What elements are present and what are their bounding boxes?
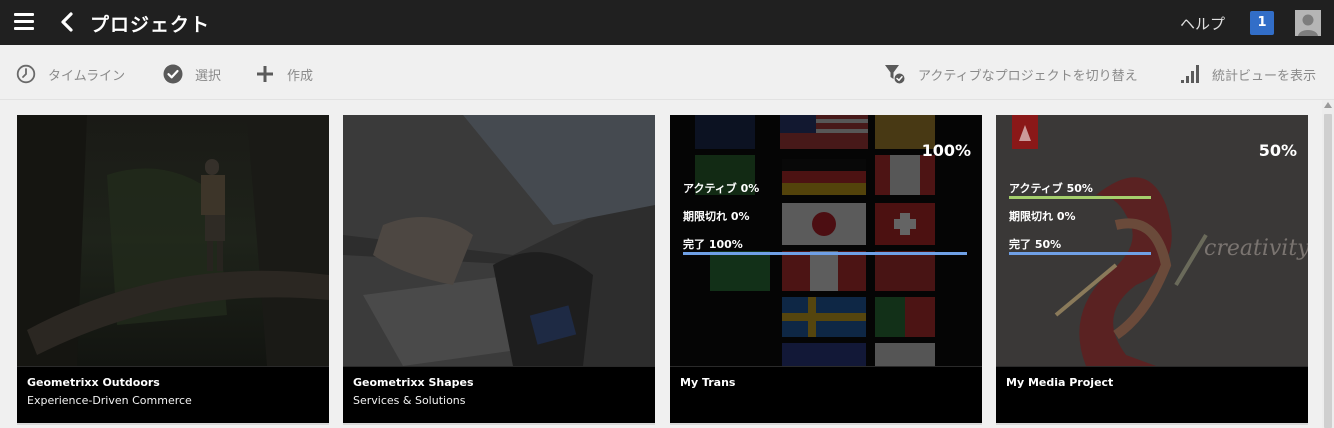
- project-card[interactable]: Geometrixx Outdoors Experience-Driven Co…: [17, 115, 329, 425]
- create-button[interactable]: 作成: [255, 63, 313, 85]
- user-icon: [1295, 10, 1321, 36]
- project-thumbnail: creativity 50% アクティブ 50% 期限切れ 0% 完了 50%: [996, 115, 1308, 366]
- overall-progress-percent: 100%: [921, 141, 971, 160]
- action-toolbar: タイムライン 選択 作成 アクティブなプロジェクトを切り替え 統計ビューを表示: [0, 45, 1334, 100]
- project-card[interactable]: 100% アクティブ 0% 期限切れ 0% 完了 100% My Trans: [670, 115, 982, 425]
- help-link[interactable]: ヘルプ: [1180, 13, 1225, 34]
- back-chevron-icon[interactable]: [56, 10, 78, 34]
- overdue-stat: 期限切れ 0%: [683, 210, 750, 223]
- stats-view-label: 統計ビューを表示: [1212, 68, 1317, 84]
- timeline-button[interactable]: タイムライン: [16, 63, 125, 85]
- top-bar: プロジェクト ヘルプ 1: [0, 0, 1334, 45]
- card-info: Geometrixx Shapes Services & Solutions: [343, 366, 655, 425]
- card-info: My Trans: [670, 366, 982, 425]
- toggle-active-label: アクティブなプロジェクトを切り替え: [918, 68, 1138, 84]
- show-stats-view-button[interactable]: 統計ビューを表示: [1180, 63, 1316, 85]
- card-subtitle: Services & Solutions: [353, 394, 466, 407]
- complete-stat: 完了 100%: [683, 238, 743, 251]
- select-button[interactable]: 選択: [163, 63, 221, 85]
- vertical-scrollbar[interactable]: [1322, 100, 1334, 428]
- complete-progress-bar: [683, 252, 967, 255]
- bar-chart-icon: [1181, 65, 1199, 83]
- filter-check-icon: [885, 65, 905, 84]
- scroll-thumb[interactable]: [1324, 114, 1332, 428]
- scroll-up-icon[interactable]: [1324, 102, 1332, 108]
- project-thumbnail: 100% アクティブ 0% 期限切れ 0% 完了 100%: [670, 115, 982, 366]
- page-title: プロジェクト: [90, 14, 211, 36]
- card-info: Geometrixx Outdoors Experience-Driven Co…: [17, 366, 329, 425]
- project-thumbnail: [343, 115, 655, 366]
- card-title: Geometrixx Outdoors: [27, 376, 160, 389]
- card-subtitle: Experience-Driven Commerce: [27, 394, 192, 407]
- user-avatar[interactable]: [1295, 10, 1321, 36]
- project-card[interactable]: Geometrixx Shapes Services & Solutions: [343, 115, 655, 425]
- complete-stat: 完了 50%: [1009, 238, 1062, 251]
- active-progress-bar: [1009, 196, 1151, 199]
- card-info: My Media Project: [996, 366, 1308, 425]
- timeline-label: タイムライン: [48, 68, 126, 84]
- overdue-stat: 期限切れ 0%: [1009, 210, 1076, 223]
- clock-icon: [16, 64, 36, 84]
- toggle-active-projects-button[interactable]: アクティブなプロジェクトを切り替え: [884, 63, 1138, 85]
- plus-icon: [257, 66, 273, 82]
- notification-badge[interactable]: 1: [1250, 11, 1274, 35]
- project-grid: Geometrixx Outdoors Experience-Driven Co…: [0, 100, 1334, 428]
- card-title: Geometrixx Shapes: [353, 376, 474, 389]
- check-circle-icon: [163, 64, 183, 84]
- active-stat: アクティブ 50%: [1009, 182, 1093, 195]
- project-card[interactable]: creativity 50% アクティブ 50% 期限切れ 0% 完了 50% …: [996, 115, 1308, 425]
- create-label: 作成: [287, 68, 314, 84]
- select-label: 選択: [195, 68, 222, 84]
- active-stat: アクティブ 0%: [683, 182, 760, 195]
- project-thumbnail: [17, 115, 329, 366]
- svg-text:creativity: creativity: [1204, 236, 1308, 261]
- complete-progress-bar: [1009, 252, 1151, 255]
- menu-icon[interactable]: [14, 13, 34, 31]
- card-title: My Trans: [680, 376, 736, 389]
- overall-progress-percent: 50%: [1258, 141, 1297, 160]
- card-title: My Media Project: [1006, 376, 1114, 389]
